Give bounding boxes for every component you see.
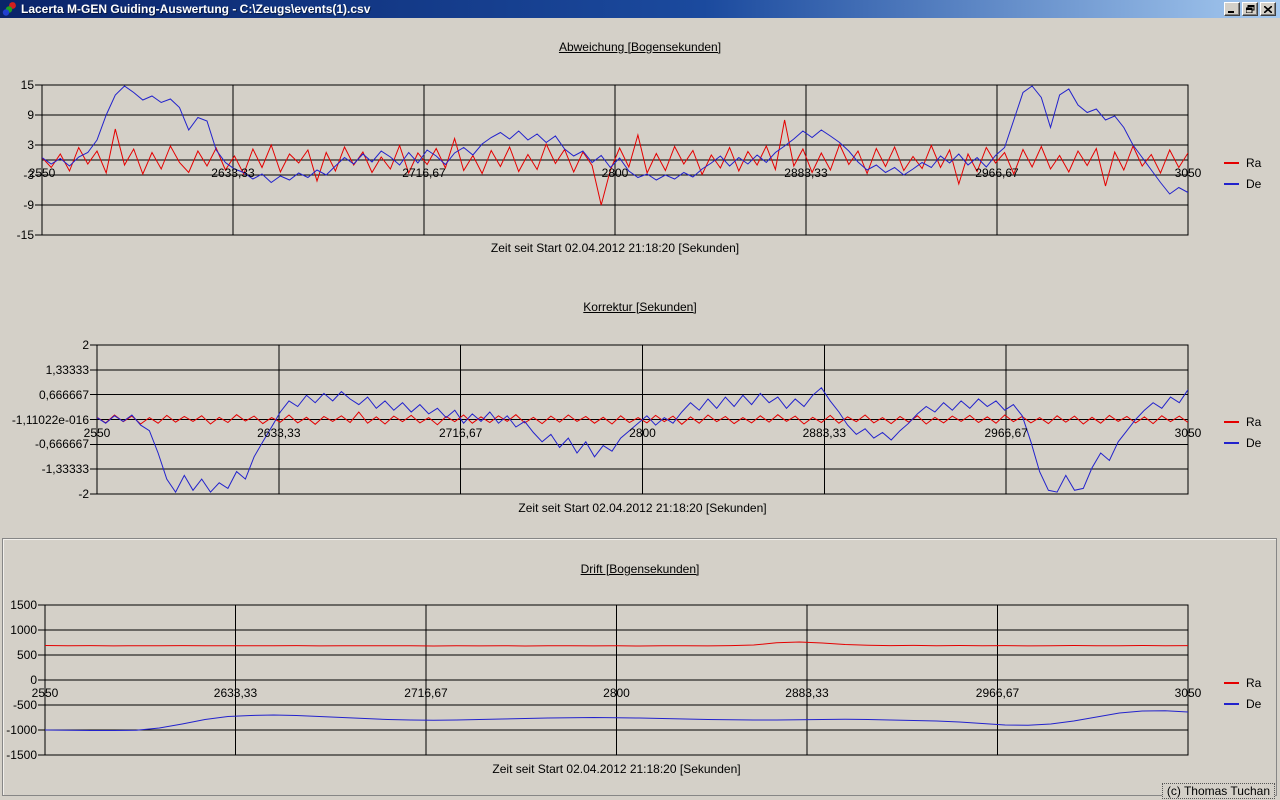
- legend-dash-icon: [1224, 183, 1239, 185]
- x-tick-label: 2716,67: [389, 167, 459, 180]
- y-tick-label: 15: [0, 79, 34, 92]
- x-tick-label: 3050: [1153, 167, 1223, 180]
- close-button[interactable]: [1260, 2, 1276, 16]
- app-icon: [2, 1, 18, 17]
- y-tick-label: -9: [0, 199, 34, 212]
- x-tick-label: 2883,33: [789, 427, 859, 440]
- window-controls: [1224, 2, 1276, 16]
- chart-title-korrektur: Korrektur [Sekunden]: [0, 300, 1280, 314]
- y-tick-label: -0,666667: [0, 438, 89, 451]
- legend-dash-icon: [1224, 162, 1239, 164]
- y-tick-label: 1,33333: [0, 364, 89, 377]
- x-tick-label: 2550: [62, 427, 132, 440]
- series-de: [97, 388, 1188, 492]
- y-tick-label: -1,11022e-016: [0, 414, 89, 427]
- series-ra: [42, 120, 1188, 205]
- plot-area-abweichung: 25502633,332716,6728002883,332966,673050: [42, 85, 1188, 235]
- legend-dash-icon: [1224, 421, 1239, 423]
- x-tick-label: 2966,67: [962, 167, 1032, 180]
- chart-title-abweichung: Abweichung [Bogensekunden]: [0, 40, 1280, 54]
- y-tick-label: -15: [0, 229, 34, 242]
- app-window: Abweichung [Bogensekunden] 2550 2633,33 27…: [0, 0, 1280, 800]
- plot-canvas: [34, 84, 1189, 237]
- restore-icon: [1246, 5, 1255, 13]
- x-tick-label: 2716,67: [426, 427, 496, 440]
- legend: Ra De: [1224, 152, 1261, 194]
- legend-item-de: De: [1224, 173, 1261, 194]
- legend-dash-icon: [1224, 442, 1239, 444]
- legend-item-ra: Ra: [1224, 411, 1261, 432]
- legend-label: De: [1246, 177, 1261, 191]
- restore-button[interactable]: [1242, 2, 1258, 16]
- close-icon: [1264, 6, 1272, 13]
- x-axis-title: Zeit seit Start 02.04.2012 21:18:20 [Sek…: [42, 241, 1188, 255]
- y-tick-label: -3: [0, 169, 34, 182]
- legend-item-de: De: [1224, 432, 1261, 453]
- window-title: Lacerta M-GEN Guiding-Auswertung - C:\Ze…: [21, 2, 1224, 16]
- copyright-label: (c) Thomas Tuchan: [1162, 783, 1275, 799]
- y-tick-label: 3: [0, 139, 34, 152]
- minimize-button[interactable]: [1224, 2, 1240, 16]
- drift-panel: [2, 538, 1277, 796]
- x-tick-label: 2966,67: [971, 427, 1041, 440]
- y-tick-label: -1,33333: [0, 463, 89, 476]
- x-tick-label: 2550: [7, 167, 77, 180]
- x-tick-label: 2633,33: [244, 427, 314, 440]
- y-tick-label: -2: [0, 488, 89, 501]
- legend-label: Ra: [1246, 415, 1261, 429]
- x-tick-label: 2800: [580, 167, 650, 180]
- y-tick-label: 2: [0, 339, 89, 352]
- plot-canvas: [89, 344, 1189, 496]
- x-axis-title: Zeit seit Start 02.04.2012 21:18:20 [Sek…: [97, 501, 1188, 515]
- x-tick-label: 2883,33: [771, 167, 841, 180]
- legend-item-ra: Ra: [1224, 152, 1261, 173]
- legend: Ra De: [1224, 411, 1261, 453]
- minimize-icon: [1228, 6, 1236, 13]
- y-tick-label: 9: [0, 109, 34, 122]
- x-tick-label: 2633,33: [198, 167, 268, 180]
- legend-label: Ra: [1246, 156, 1261, 170]
- plot-area-korrektur: 25502633,332716,6728002883,332966,673050: [97, 345, 1188, 494]
- x-tick-label: 2800: [608, 427, 678, 440]
- legend-label: De: [1246, 436, 1261, 450]
- series-de: [42, 86, 1188, 194]
- titlebar: Lacerta M-GEN Guiding-Auswertung - C:\Ze…: [0, 0, 1280, 18]
- x-tick-label: 3050: [1153, 427, 1223, 440]
- y-tick-label: 0,666667: [0, 389, 89, 402]
- series-ra: [97, 412, 1188, 425]
